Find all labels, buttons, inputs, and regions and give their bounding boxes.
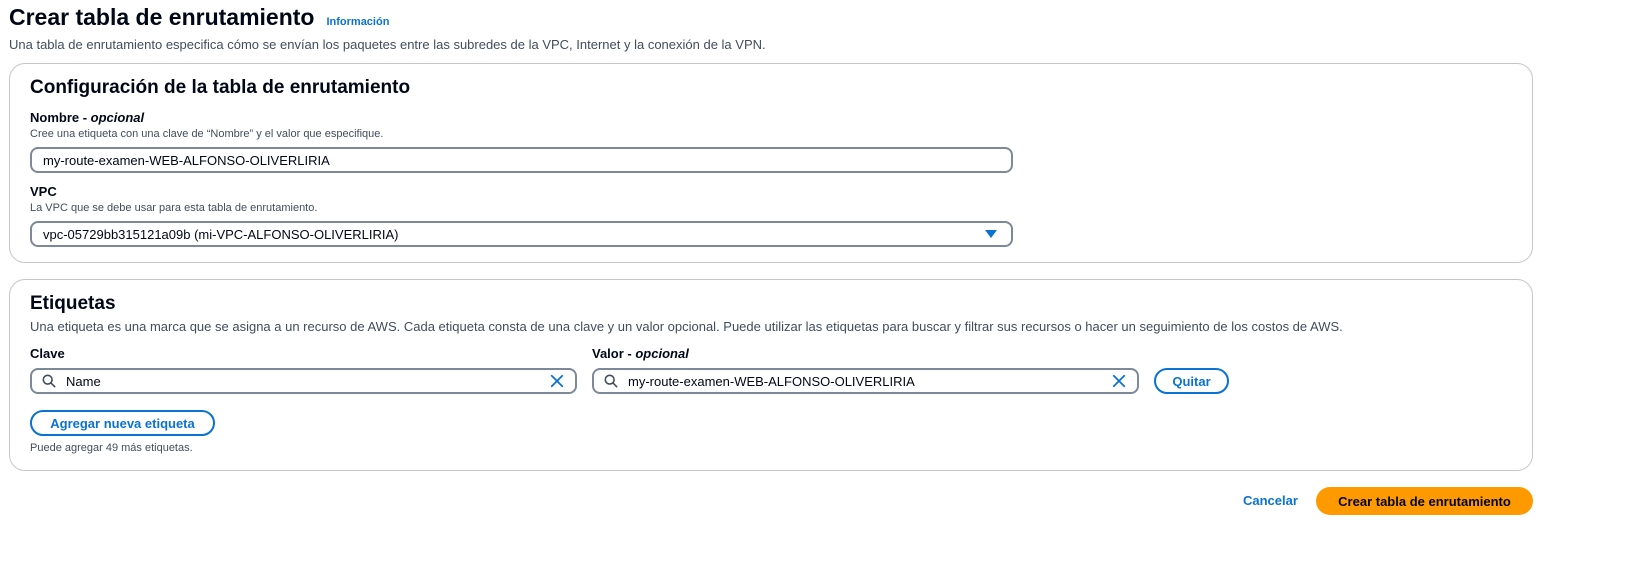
create-route-table-button[interactable]: Crear tabla de enrutamiento <box>1316 487 1533 515</box>
tag-value-value: my-route-examen-WEB-ALFONSO-OLIVERLIRIA <box>628 373 915 389</box>
page-header: Crear tabla de enrutamiento Información … <box>9 4 766 52</box>
name-field-help: Cree una etiqueta con una clave de “Nomb… <box>30 128 384 140</box>
tags-panel-title: Etiquetas <box>30 293 116 314</box>
tag-key-label: Clave <box>30 346 65 361</box>
page-title: Crear tabla de enrutamiento <box>9 4 315 30</box>
tags-limit-text: Puede agregar 49 más etiquetas. <box>30 442 193 454</box>
name-field-label: Nombre - opcional <box>30 110 144 125</box>
tag-value-label-optional: opcional <box>635 346 689 361</box>
tag-key-value: Name <box>66 373 101 389</box>
search-icon <box>36 374 62 388</box>
tag-value-label: Valor - opcional <box>592 346 689 361</box>
tag-value-label-text: Valor - <box>592 346 636 361</box>
tag-key-input[interactable]: Name <box>30 368 577 394</box>
route-table-config-panel: Configuración de la tabla de enrutamient… <box>9 63 1533 263</box>
caret-down-icon <box>985 230 997 238</box>
name-input[interactable]: my-route-examen-WEB-ALFONSO-OLIVERLIRIA <box>30 147 1013 173</box>
add-tag-button[interactable]: Agregar nueva etiqueta <box>30 410 215 436</box>
name-label-text: Nombre - <box>30 110 91 125</box>
vpc-field-label: VPC <box>30 184 57 199</box>
search-icon <box>598 374 624 388</box>
config-panel-title: Configuración de la tabla de enrutamient… <box>30 77 411 98</box>
name-input-value: my-route-examen-WEB-ALFONSO-OLIVERLIRIA <box>43 152 330 168</box>
clear-icon[interactable] <box>1105 374 1133 388</box>
tags-description: Una etiqueta es una marca que se asigna … <box>30 319 1343 334</box>
vpc-field-help: La VPC que se debe usar para esta tabla … <box>30 202 318 214</box>
tag-value-input[interactable]: my-route-examen-WEB-ALFONSO-OLIVERLIRIA <box>592 368 1139 394</box>
name-label-optional: opcional <box>90 110 145 125</box>
clear-icon[interactable] <box>543 374 571 388</box>
tags-panel: Etiquetas Una etiqueta es una marca que … <box>9 279 1533 471</box>
info-link[interactable]: Información <box>326 16 389 28</box>
cancel-button[interactable]: Cancelar <box>1243 493 1298 508</box>
vpc-select[interactable]: vpc-05729bb315121a09b (mi-VPC-ALFONSO-OL… <box>30 221 1013 247</box>
page-title-row: Crear tabla de enrutamiento Información <box>9 4 766 31</box>
remove-tag-button[interactable]: Quitar <box>1154 368 1229 394</box>
vpc-select-value: vpc-05729bb315121a09b (mi-VPC-ALFONSO-OL… <box>43 226 399 242</box>
page-description: Una tabla de enrutamiento especifica cóm… <box>9 37 766 52</box>
